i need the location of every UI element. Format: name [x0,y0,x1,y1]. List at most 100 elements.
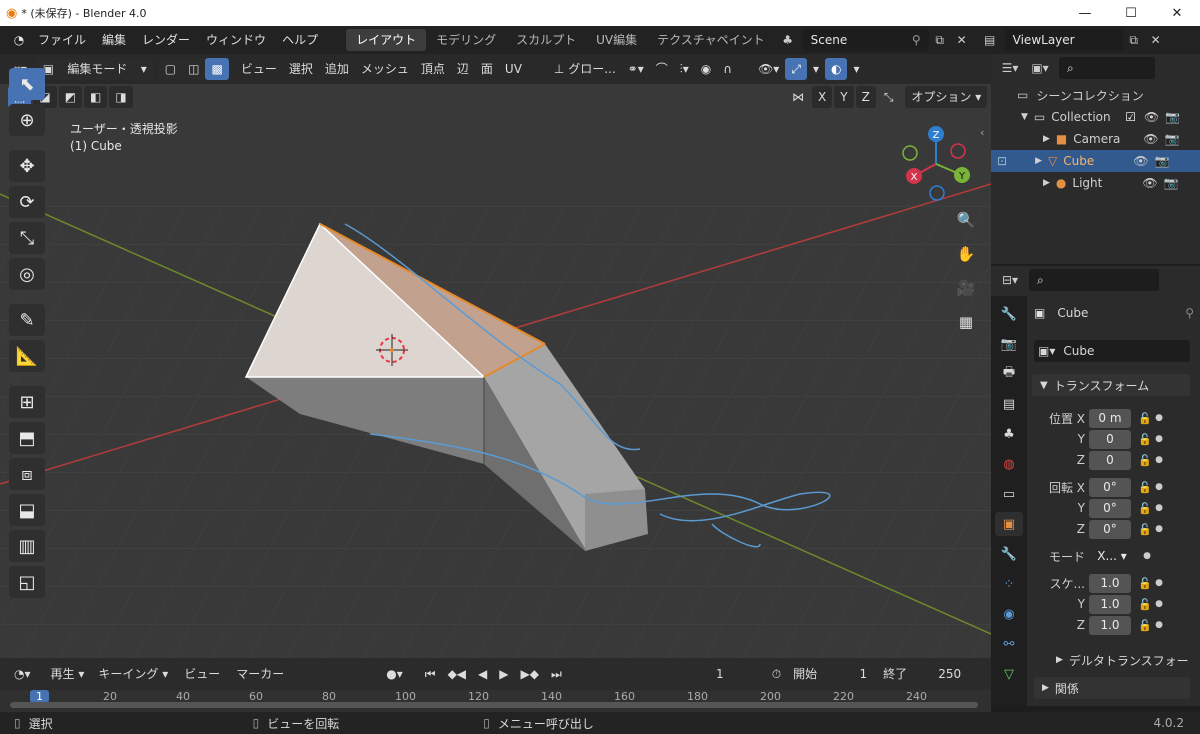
jump-keyframe-back-icon[interactable]: ◆◀ [441,663,473,685]
jump-start-icon[interactable]: ⏮ [418,663,442,685]
keying-menu[interactable]: キーイング ▾ [92,663,175,685]
physics-tab-icon[interactable]: ◉ [995,602,1023,626]
mirror-z-button[interactable]: Z [855,86,876,108]
tab-uv-editing[interactable]: UV編集 [586,29,647,51]
data-tab-icon[interactable]: ▽ [995,662,1023,686]
snap-target-icon[interactable]: ⫶▾ [674,58,695,80]
select-intersect-icon[interactable]: ◨ [109,86,133,108]
world-tab-icon[interactable]: ◍ [995,452,1023,476]
menu-edit[interactable]: 編集 [94,29,134,51]
scene-tab-icon[interactable]: ♣ [995,422,1023,446]
overlay-toggle-icon[interactable]: ◐ [824,58,848,80]
render-camera-icon[interactable]: 📷 [1165,110,1180,124]
lock-icon[interactable]: 🔓 [1137,481,1153,494]
scene-selector-icon[interactable]: ♣ [777,29,799,51]
keyframe-dot-icon[interactable]: ● [1153,503,1165,513]
visibility-icon[interactable]: 👁▾ [752,58,785,80]
object-tab-icon[interactable]: ▣ [995,512,1023,536]
outliner-item-cube[interactable]: ⊡ ▶ ▽ Cube 👁 📷 [991,150,1200,172]
collection-tab-icon[interactable]: ▭ [995,482,1023,506]
tab-sculpting[interactable]: スカルプト [506,29,586,51]
lock-icon[interactable]: 🔓 [1137,619,1153,632]
menu-face[interactable]: 面 [475,58,499,80]
loop-cut-tool-icon[interactable]: ▥ [9,530,45,562]
lock-icon[interactable]: 🔓 [1137,502,1153,515]
end-frame-field[interactable]: 終了 250 [877,663,968,685]
tab-texture-paint[interactable]: テクスチャペイント [647,29,775,51]
edge-select-button[interactable]: ◫ [182,58,206,80]
delta-transform-panel[interactable]: ▶ デルタトランスフォー [1048,650,1194,670]
inset-tool-icon[interactable]: ⧈ [9,458,45,490]
scale-tool-icon[interactable]: ⤡ [9,222,45,254]
transform-tool-icon[interactable]: ◎ [9,258,45,290]
scale-y-field[interactable]: 1.0 [1089,594,1131,614]
lock-icon[interactable]: 🔓 [1137,577,1153,590]
render-camera-icon[interactable]: 📷 [1165,132,1180,146]
scale-z-field[interactable]: 1.0 [1089,615,1131,635]
bevel-tool-icon[interactable]: ⬓ [9,494,45,526]
view-layer-icon[interactable]: ▤ [979,29,1001,51]
keyframe-dot-icon[interactable]: ● [1153,578,1165,588]
editor-type-icon[interactable]: ⊟▾ [999,269,1021,291]
overlay-dropdown-icon[interactable]: ▾ [847,58,865,80]
object-datablock-field[interactable]: ▣▾ Cube [1034,340,1190,362]
checkbox-icon[interactable]: ☑ [1125,110,1136,124]
rotation-z-field[interactable]: 0° [1089,519,1131,539]
play-reverse-icon[interactable]: ◀ [472,663,494,685]
remove-view-layer-icon[interactable]: ✕ [1145,29,1167,51]
start-frame-field[interactable]: 開始 1 [787,663,874,685]
pan-hand-icon[interactable]: ✋ [952,240,980,268]
tool-tab-icon[interactable]: 🔧 [995,302,1023,326]
display-mode-icon[interactable]: ☰▾ [999,57,1021,79]
keyframe-dot-icon[interactable]: ● [1153,434,1165,444]
scene-collection-row[interactable]: ▭ シーンコレクション [991,84,1200,106]
menu-render[interactable]: レンダー [134,29,198,51]
menu-select[interactable]: 選択 [283,58,319,80]
mirror-y-button[interactable]: Y [834,86,854,108]
outliner-item-collection[interactable]: ▼ ▭ Collection ☑ 👁 📷 [991,106,1200,128]
remove-scene-icon[interactable]: ✕ [951,29,973,51]
keyframe-dot-icon[interactable]: ● [1153,482,1165,492]
render-camera-icon[interactable]: 📷 [1164,176,1179,190]
navigation-gizmo[interactable]: Z X Y [896,124,976,204]
eye-icon[interactable]: 👁 [1133,154,1148,168]
view-layer-tab-icon[interactable]: ▤ [995,392,1023,416]
lock-icon[interactable]: 🔓 [1137,412,1153,425]
rotation-y-field[interactable]: 0° [1089,498,1131,518]
close-button[interactable]: ✕ [1154,0,1200,26]
scene-field[interactable]: Scene ⚲ [802,29,929,51]
play-icon[interactable]: ▶ [493,663,515,685]
location-z-field[interactable]: 0 [1089,450,1131,470]
location-x-field[interactable]: 0 m [1089,408,1131,428]
modifier-tab-icon[interactable]: 🔧 [995,542,1023,566]
properties-search-input[interactable]: ⌕ [1029,269,1159,291]
measure-tool-icon[interactable]: 📐 [9,340,45,372]
face-select-button[interactable]: ▩ [205,58,229,80]
expand-chevron-icon[interactable]: ▶ [1043,178,1050,188]
menu-edge[interactable]: 辺 [451,58,475,80]
annotate-tool-icon[interactable]: ✎ [9,304,45,336]
menu-mesh[interactable]: メッシュ [355,58,415,80]
render-tab-icon[interactable]: 📷 [995,332,1023,356]
zoom-icon[interactable]: 🔍 [952,206,980,234]
outliner-search-input[interactable]: ⌕ [1059,57,1155,79]
particles-tab-icon[interactable]: ⁘ [995,572,1023,596]
transform-orientation-dropdown[interactable]: ⊥ グロー... [548,58,622,80]
proportional-edit-icon[interactable]: ◉ [695,58,717,80]
scale-x-field[interactable]: 1.0 [1089,573,1131,593]
transform-panel-header[interactable]: ▼ トランスフォーム [1032,374,1190,396]
expand-chevron-icon[interactable]: ▶ [1043,134,1050,144]
editor-type-icon[interactable]: ◔▾ [8,663,37,685]
select-subtract-icon[interactable]: ◩ [58,86,83,108]
vertex-select-button[interactable]: ▢ [158,58,183,80]
playback-menu[interactable]: 再生 ▾ [44,663,91,685]
new-scene-icon[interactable]: ⧉ [929,29,951,51]
lock-icon[interactable]: 🔓 [1137,598,1153,611]
location-y-field[interactable]: 0 [1089,429,1131,449]
new-view-layer-icon[interactable]: ⧉ [1123,29,1145,51]
gizmo-toggle-icon[interactable]: ⤢ [785,58,807,80]
outliner-item-camera[interactable]: ▶ ■ Camera 👁 📷 [991,128,1200,150]
stopwatch-icon[interactable]: ⏱ [766,663,787,685]
eye-icon[interactable]: 👁 [1142,176,1157,190]
move-tool-icon[interactable]: ✥ [9,150,45,182]
